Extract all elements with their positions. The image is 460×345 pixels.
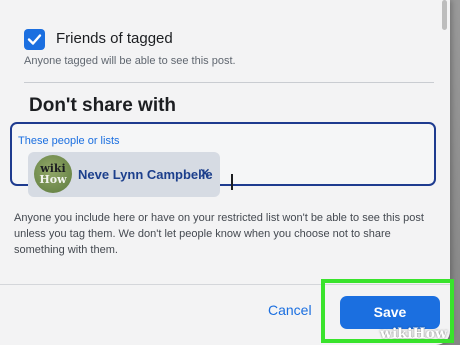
dialog-scrollbar[interactable] xyxy=(442,0,447,30)
remove-person-icon[interactable]: ✕ xyxy=(199,165,211,182)
section-divider xyxy=(24,82,434,83)
save-button[interactable]: Save xyxy=(340,296,440,329)
friends-of-tagged-checkbox[interactable] xyxy=(24,29,45,50)
friends-of-tagged-label[interactable]: Friends of tagged xyxy=(56,30,173,47)
people-or-lists-label: These people or lists xyxy=(18,135,120,147)
avatar-watermark: wiki How xyxy=(39,162,67,186)
dont-share-title: Don't share with xyxy=(29,95,177,116)
avatar: wiki How xyxy=(34,155,72,193)
cancel-button[interactable]: Cancel xyxy=(268,302,312,318)
privacy-note: Anyone you include here or have on your … xyxy=(14,212,424,256)
wikihow-watermark: wikiHow xyxy=(380,326,448,342)
selected-person-name: Neve Lynn Campbelle xyxy=(78,167,213,182)
friends-of-tagged-description: Anyone tagged will be able to see this p… xyxy=(24,55,236,67)
text-cursor xyxy=(231,174,233,190)
checkmark-icon xyxy=(27,34,42,45)
